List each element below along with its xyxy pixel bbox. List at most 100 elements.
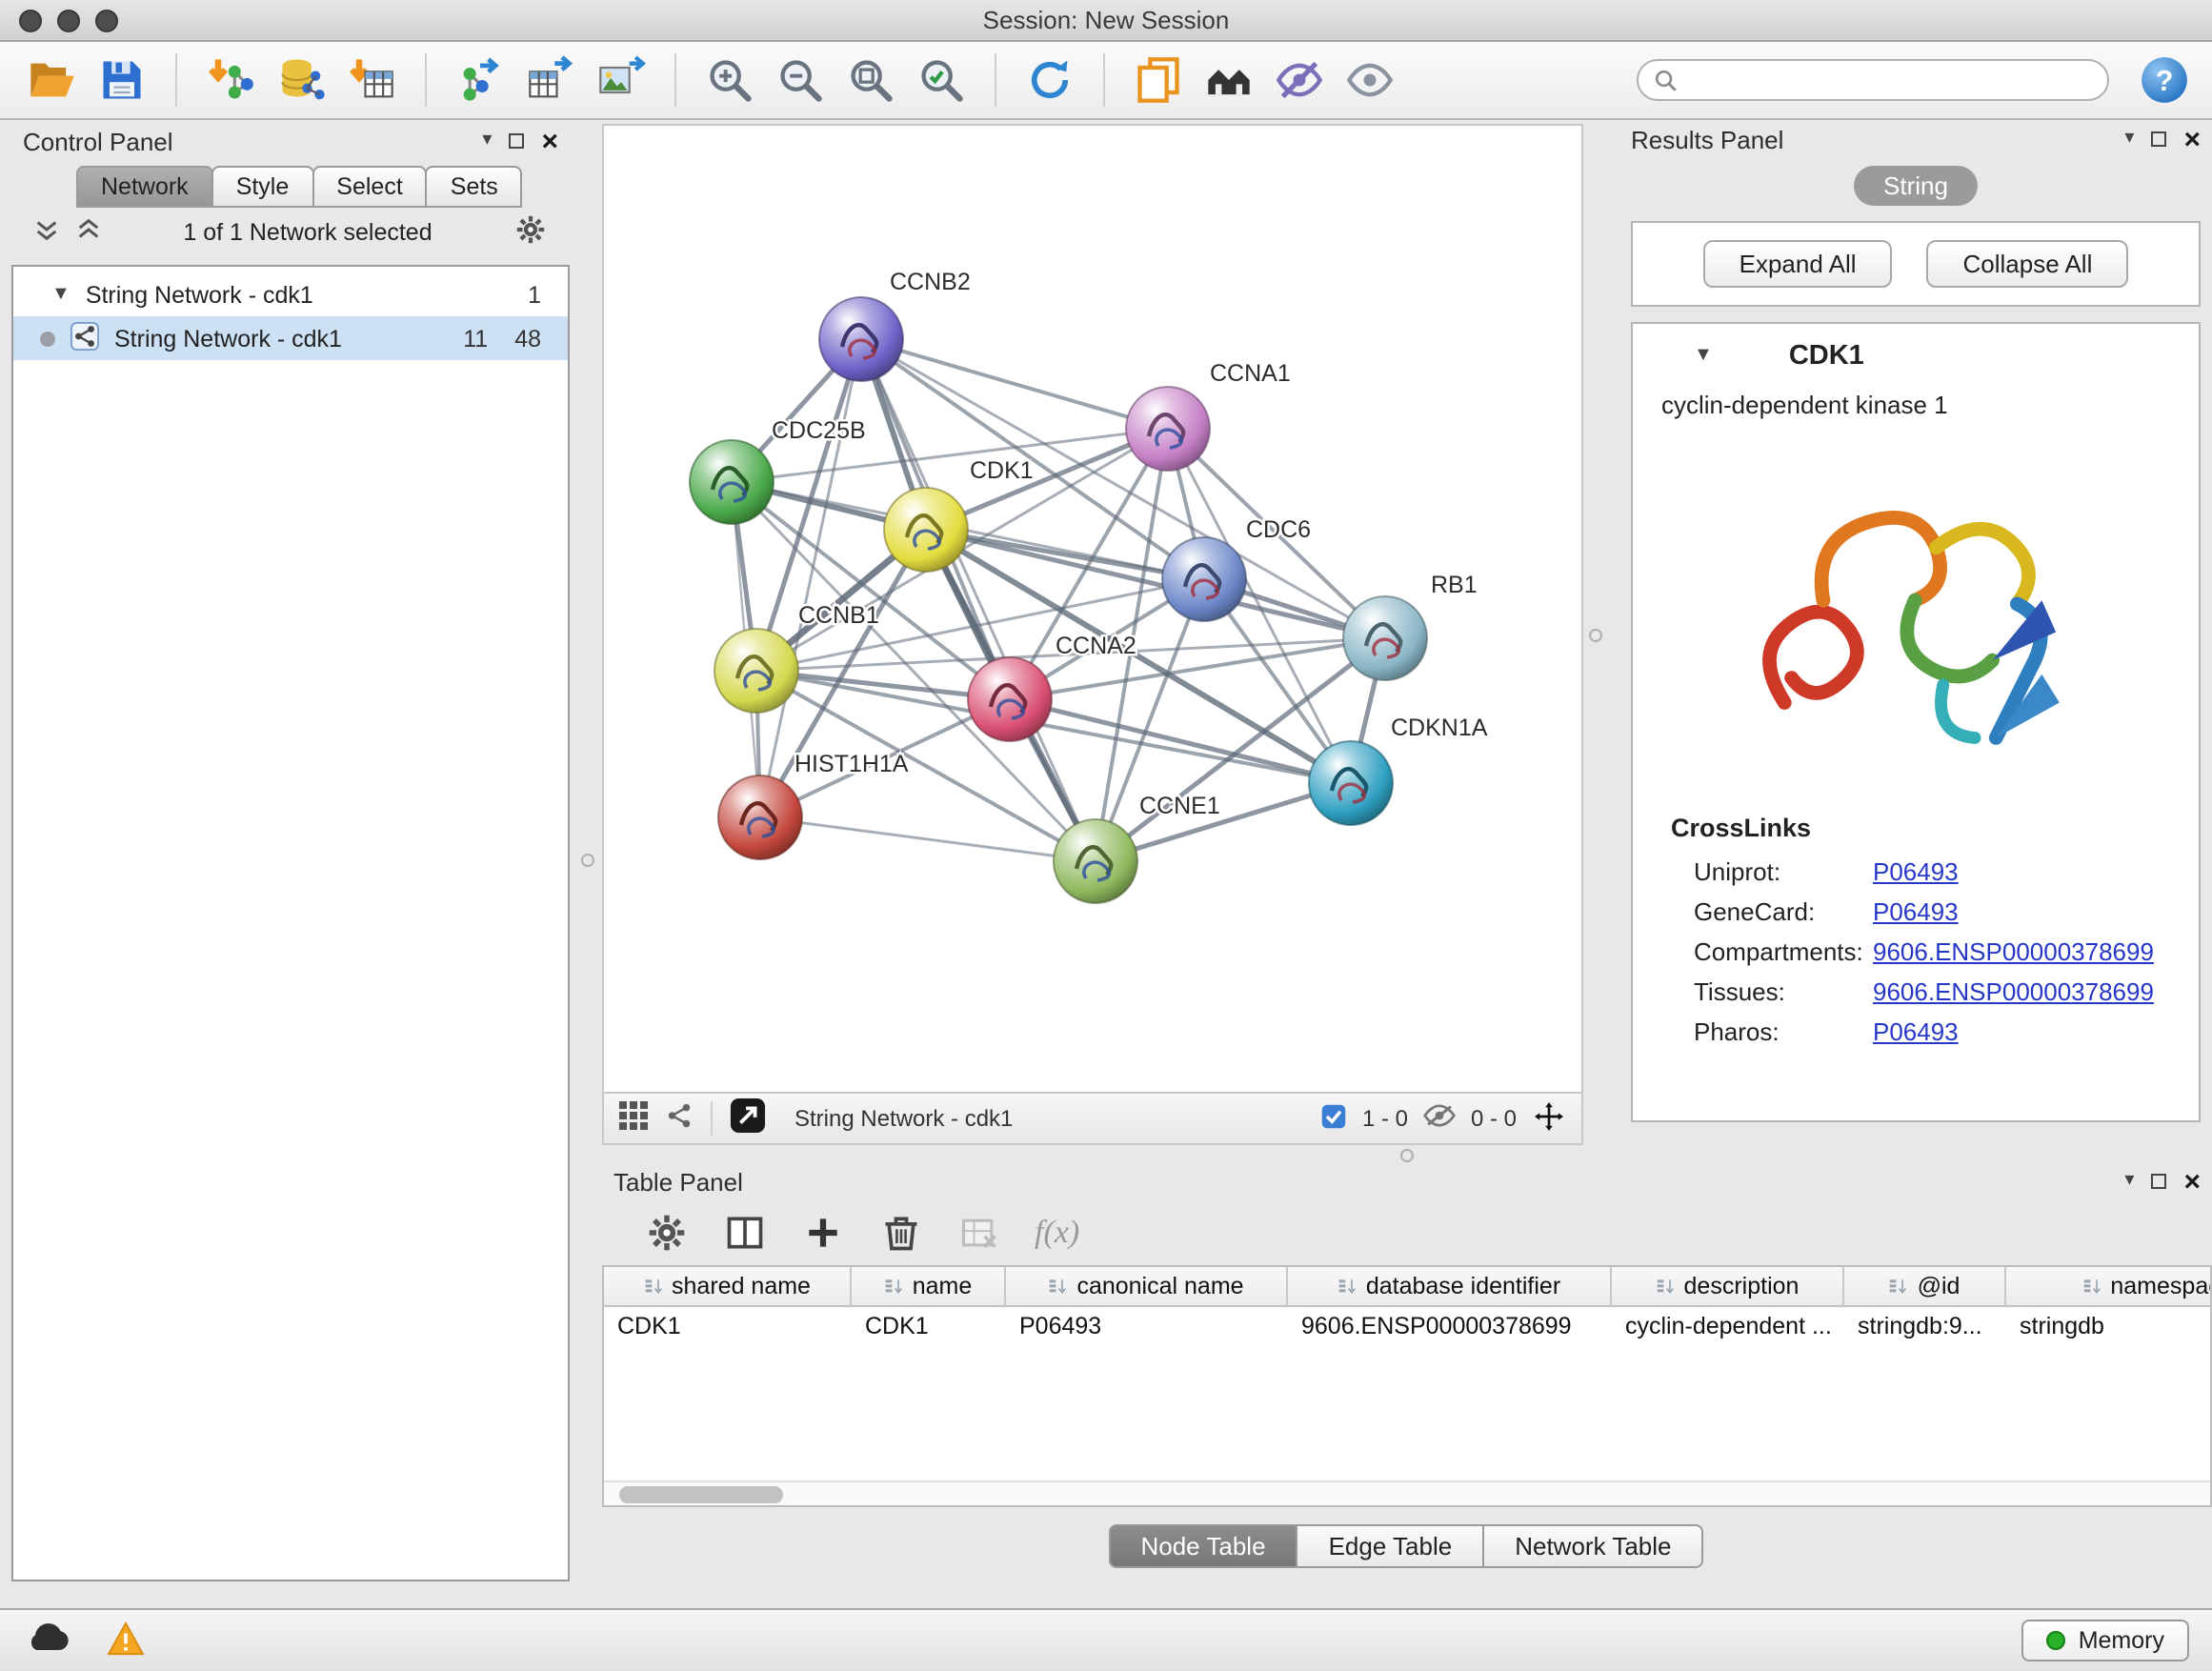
warning-icon[interactable] <box>107 1621 145 1661</box>
protein-expander-icon[interactable]: ▼ <box>1694 347 1713 366</box>
network-collection-row[interactable]: ▼ String Network - cdk1 1 <box>13 272 568 316</box>
network-node-CCNA2[interactable] <box>968 657 1052 741</box>
tab-style[interactable]: Style <box>211 166 314 208</box>
table-row[interactable]: CDK1CDK1P064939606.ENSP00000378699cyclin… <box>604 1307 2210 1345</box>
tab-network-table[interactable]: Network Table <box>1482 1524 1703 1568</box>
gear-icon[interactable] <box>644 1210 690 1256</box>
panel-close-icon[interactable]: × <box>541 127 558 155</box>
network-canvas[interactable]: CCNB2CCNA1CDC25BCDK1CDC6RB1CCNB1CCNA2CDK… <box>602 124 1583 1094</box>
birds-eye-view-icon[interactable] <box>665 1101 694 1136</box>
network-node-CCNB1[interactable] <box>714 629 798 713</box>
expand-all-button[interactable]: Expand All <box>1703 240 1893 288</box>
string-tab-badge[interactable]: String <box>1853 166 1979 206</box>
delete-table-icon[interactable] <box>956 1210 1002 1256</box>
zoom-fit-icon[interactable] <box>842 51 899 109</box>
show-eye-icon[interactable] <box>1341 51 1398 109</box>
export-image-icon[interactable] <box>593 51 650 109</box>
table-cell[interactable]: stringdb:9... <box>1844 1307 2006 1345</box>
table-cell[interactable]: P06493 <box>1006 1307 1288 1345</box>
network-node-CDK1[interactable] <box>884 488 968 572</box>
open-session-icon[interactable] <box>23 51 80 109</box>
search-input[interactable] <box>1690 67 2092 93</box>
column-header-database-identifier[interactable]: database identifier <box>1288 1267 1612 1305</box>
horizontal-scrollbar[interactable] <box>604 1480 2210 1505</box>
column-header-canonical-name[interactable]: canonical name <box>1006 1267 1288 1305</box>
tab-sets[interactable]: Sets <box>426 166 523 208</box>
column-header-shared-name[interactable]: shared name <box>604 1267 852 1305</box>
column-header-name[interactable]: name <box>852 1267 1006 1305</box>
bottom-splitter-handle[interactable] <box>1400 1149 1414 1162</box>
panel-close-icon[interactable]: × <box>2183 125 2201 153</box>
main-toolbar: ? <box>0 42 2212 120</box>
column-header--id[interactable]: @id <box>1844 1267 2006 1305</box>
show-columns-icon[interactable] <box>722 1210 768 1256</box>
import-table-icon[interactable] <box>343 51 400 109</box>
network-node-CDC25B[interactable] <box>690 440 774 524</box>
help-icon[interactable]: ? <box>2140 55 2189 105</box>
import-network-from-file-icon[interactable] <box>202 51 259 109</box>
collapse-all-button[interactable]: Collapse All <box>1927 240 2129 288</box>
scrollbar-thumb[interactable] <box>619 1486 783 1503</box>
network-node-CDKN1A[interactable] <box>1309 741 1393 825</box>
pan-mode-icon[interactable] <box>1532 1098 1566 1138</box>
genecard-link[interactable]: P06493 <box>1873 897 1959 926</box>
panel-collapse-icon[interactable]: ▾ <box>482 131 492 151</box>
export-table-icon[interactable] <box>522 51 579 109</box>
zoom-selected-icon[interactable] <box>913 51 970 109</box>
pharos-link[interactable]: P06493 <box>1873 1017 1959 1046</box>
save-session-icon[interactable] <box>93 51 151 109</box>
network-node-CCNA1[interactable] <box>1126 387 1210 471</box>
network-node-CDC6[interactable] <box>1162 537 1246 621</box>
panel-float-icon[interactable] <box>2151 131 2166 147</box>
left-splitter-handle[interactable] <box>581 854 594 867</box>
panel-float-icon[interactable] <box>509 133 524 149</box>
memory-button[interactable]: Memory <box>2021 1620 2189 1661</box>
right-splitter-handle[interactable] <box>1589 629 1602 642</box>
table-cell[interactable]: CDK1 <box>852 1307 1006 1345</box>
export-network-icon[interactable] <box>452 51 509 109</box>
network-node-HIST1H1A[interactable] <box>718 775 802 859</box>
gear-icon[interactable] <box>514 213 547 252</box>
tab-select[interactable]: Select <box>312 166 428 208</box>
svg-text:CDC6: CDC6 <box>1246 516 1311 543</box>
tissues-link[interactable]: 9606.ENSP00000378699 <box>1873 977 2154 1006</box>
copy-document-icon[interactable] <box>1130 51 1187 109</box>
expand-all-networks-icon[interactable] <box>34 217 59 248</box>
crosslink-label: Compartments: <box>1694 937 1873 966</box>
table-cell[interactable]: cyclin-dependent ... <box>1612 1307 1844 1345</box>
tab-node-table[interactable]: Node Table <box>1108 1524 1297 1568</box>
create-column-icon[interactable] <box>800 1210 846 1256</box>
zoom-out-icon[interactable] <box>772 51 829 109</box>
function-builder-icon[interactable]: f(x) <box>1035 1214 1079 1252</box>
fit-content-button[interactable] <box>730 1097 766 1139</box>
refresh-view-icon[interactable] <box>1021 51 1078 109</box>
table-cell[interactable]: stringdb <box>2006 1307 2210 1345</box>
network-node-RB1[interactable] <box>1343 596 1427 680</box>
zoom-in-icon[interactable] <box>701 51 758 109</box>
table-cell[interactable]: 9606.ENSP00000378699 <box>1288 1307 1612 1345</box>
network-node-CCNE1[interactable] <box>1054 819 1137 903</box>
collapse-all-networks-icon[interactable] <box>76 217 101 248</box>
network-node-CCNB2[interactable] <box>819 297 903 381</box>
delete-column-icon[interactable] <box>878 1210 924 1256</box>
panel-float-icon[interactable] <box>2151 1174 2166 1189</box>
home-icon[interactable] <box>1200 51 1257 109</box>
tab-edge-table[interactable]: Edge Table <box>1297 1524 1485 1568</box>
compartments-link[interactable]: 9606.ENSP00000378699 <box>1873 937 2154 966</box>
table-cell[interactable]: CDK1 <box>604 1307 852 1345</box>
search-box[interactable] <box>1637 59 2109 101</box>
column-header-description[interactable]: description <box>1612 1267 1844 1305</box>
uniprot-link[interactable]: P06493 <box>1873 857 1959 886</box>
panel-collapse-icon[interactable]: ▾ <box>2124 130 2134 149</box>
grid-view-icon[interactable] <box>619 1101 648 1136</box>
hide-eye-icon[interactable] <box>1271 51 1328 109</box>
panel-collapse-icon[interactable]: ▾ <box>2124 1172 2134 1191</box>
cloud-icon[interactable] <box>23 1621 72 1661</box>
panel-close-icon[interactable]: × <box>2183 1167 2201 1196</box>
column-header-namespace[interactable]: namespace <box>2006 1267 2210 1305</box>
network-status-bar: String Network - cdk1 1 - 0 0 - 0 <box>602 1094 1583 1145</box>
collection-expander-icon[interactable]: ▼ <box>51 285 70 304</box>
import-network-from-database-icon[interactable] <box>272 51 330 109</box>
tab-network[interactable]: Network <box>76 166 213 208</box>
network-row[interactable]: String Network - cdk1 11 48 <box>13 316 568 360</box>
